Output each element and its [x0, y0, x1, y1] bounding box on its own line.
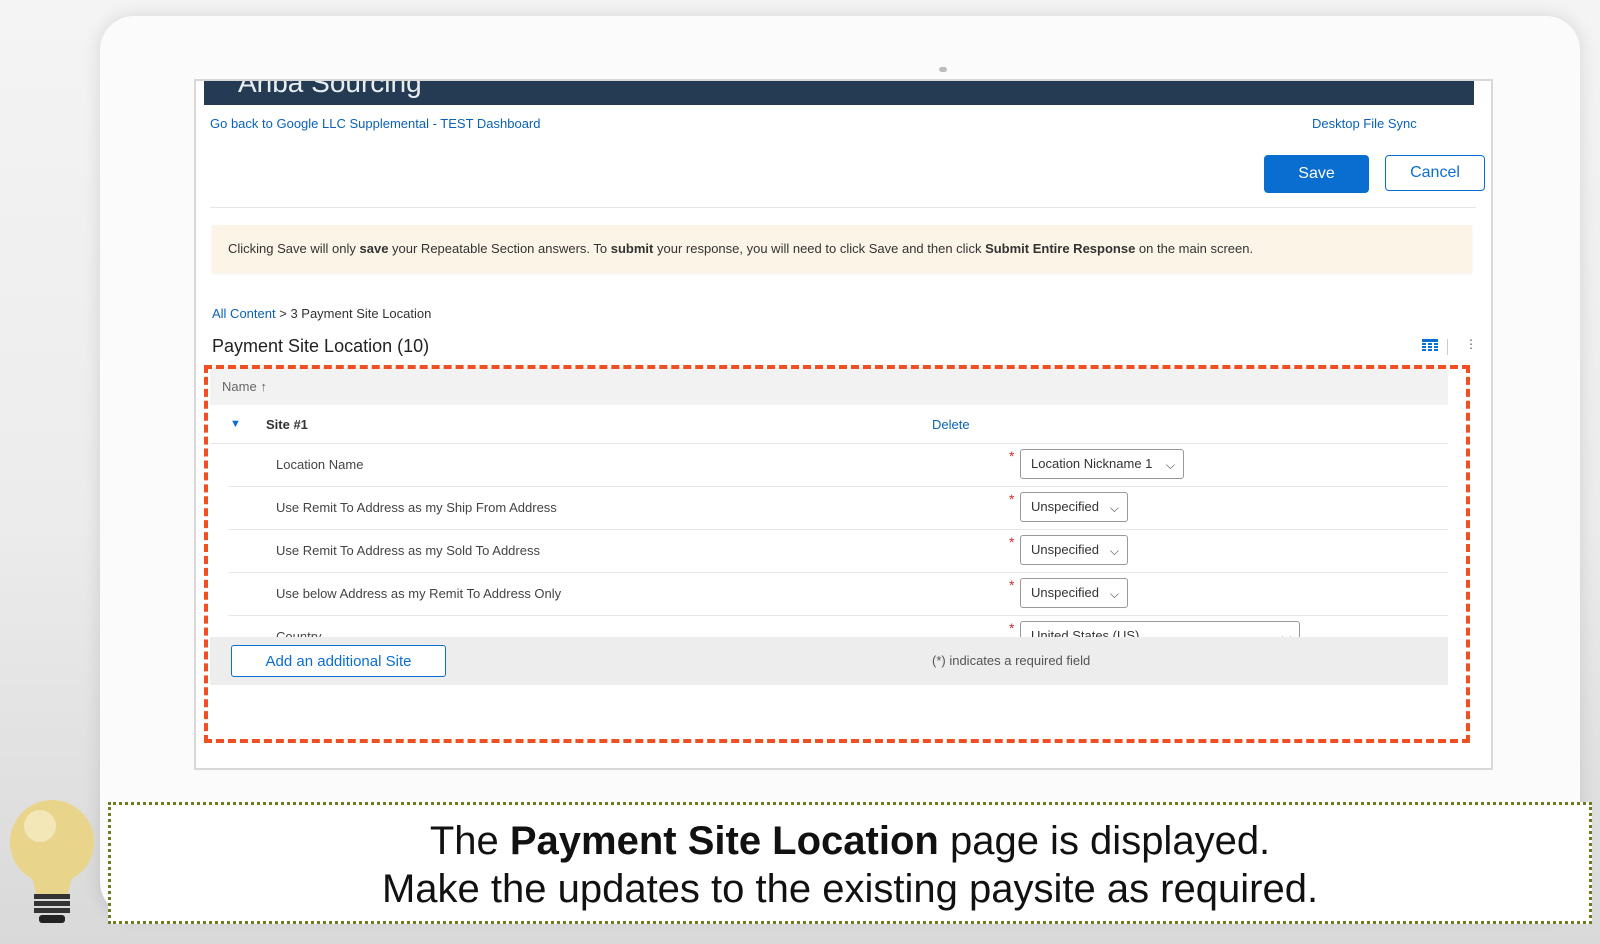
- select-value: Unspecified: [1031, 585, 1099, 600]
- remit-to-select[interactable]: Unspecified ⌵: [1020, 578, 1128, 608]
- select-value: Location Nickname 1: [1031, 456, 1153, 471]
- required-marker: *: [1009, 534, 1015, 550]
- notice-text: your Repeatable Section answers. To: [388, 241, 611, 256]
- required-field-note: (*) indicates a required field: [932, 653, 1091, 668]
- notice-bold-submit-entire: Submit Entire Response: [985, 241, 1136, 256]
- field-row-country: Country * United States (US) ⌵: [228, 616, 1448, 638]
- lightbulb-icon: [10, 800, 94, 923]
- cancel-button[interactable]: Cancel: [1385, 155, 1485, 191]
- save-button[interactable]: Save: [1264, 155, 1369, 193]
- site-label: Site #1: [266, 417, 308, 432]
- required-marker: *: [1009, 448, 1015, 464]
- breadcrumb-separator: >: [279, 306, 287, 321]
- chevron-down-icon: ⌵: [1281, 630, 1291, 638]
- breadcrumb-all-content-link[interactable]: All Content: [212, 306, 276, 321]
- table-footer: Add an additional Site (*) indicates a r…: [210, 637, 1448, 685]
- collapse-triangle-icon[interactable]: ▼: [230, 418, 241, 430]
- field-label: Use Remit To Address as my Ship From Add…: [276, 500, 557, 515]
- notice-bold-submit: submit: [610, 241, 654, 256]
- required-marker: *: [1009, 577, 1015, 593]
- field-row-ship-from: Use Remit To Address as my Ship From Add…: [228, 487, 1448, 530]
- app-header: Ariba Sourcing: [204, 81, 1474, 105]
- chevron-down-icon: ⌵: [1109, 501, 1119, 515]
- back-to-dashboard-link[interactable]: Go back to Google LLC Supplemental - TES…: [210, 116, 540, 131]
- page-title: Payment Site Location (10): [212, 336, 430, 356]
- caption-line-1: The Payment Site Location page is displa…: [111, 819, 1589, 864]
- toolbar-separator: [1447, 339, 1448, 355]
- divider: [210, 207, 1476, 208]
- country-select[interactable]: United States (US) ⌵: [1020, 621, 1300, 638]
- add-additional-site-button[interactable]: Add an additional Site: [231, 645, 446, 677]
- caption-line-2: Make the updates to the existing paysite…: [381, 867, 1319, 911]
- ship-from-select[interactable]: Unspecified ⌵: [1020, 492, 1128, 522]
- caption-bold-page-name: Payment Site Location: [509, 819, 939, 863]
- more-options-icon[interactable]: ⋮: [1465, 337, 1477, 351]
- payment-site-table: Name ↑ ▼ Site #1 Delete Location Name * …: [210, 367, 1448, 729]
- sort-ascending-icon: ↑: [260, 379, 267, 394]
- notice-bold-save: save: [359, 241, 389, 256]
- caption-text: The: [429, 819, 510, 863]
- field-row-location-name: Location Name * Location Nickname 1 ⌵: [228, 444, 1448, 487]
- chevron-down-icon: ⌵: [1109, 587, 1119, 601]
- select-value: Unspecified: [1031, 499, 1099, 514]
- save-notice-banner: Clicking Save will only save your Repeat…: [212, 225, 1472, 273]
- app-screen: Ariba Sourcing Go back to Google LLC Sup…: [194, 79, 1493, 770]
- chevron-down-icon: ⌵: [1165, 458, 1175, 472]
- field-label: Use Remit To Address as my Sold To Addre…: [276, 543, 540, 558]
- location-name-select[interactable]: Location Nickname 1 ⌵: [1020, 449, 1184, 479]
- chevron-down-icon: ⌵: [1109, 544, 1119, 558]
- delete-site-link[interactable]: Delete: [932, 417, 970, 432]
- app-title: Ariba Sourcing: [238, 81, 422, 98]
- breadcrumb-current: 3 Payment Site Location: [290, 306, 432, 321]
- field-row-sold-to: Use Remit To Address as my Sold To Addre…: [228, 530, 1448, 573]
- notice-text: on the main screen.: [1135, 241, 1254, 256]
- table-view-icon[interactable]: [1422, 339, 1438, 353]
- column-header-label: Name: [222, 379, 257, 394]
- breadcrumb: All Content > 3 Payment Site Location: [212, 306, 431, 321]
- required-marker: *: [1009, 620, 1015, 636]
- field-row-remit-to: Use below Address as my Remit To Address…: [228, 573, 1448, 616]
- column-header-name[interactable]: Name ↑: [222, 379, 267, 394]
- sold-to-select[interactable]: Unspecified ⌵: [1020, 535, 1128, 565]
- caption-box: The Payment Site Location page is displa…: [108, 802, 1592, 924]
- notice-text: your response, you will need to click Sa…: [653, 241, 986, 256]
- field-label: Use below Address as my Remit To Address…: [276, 586, 562, 601]
- desktop-file-sync-link[interactable]: Desktop File Sync: [1312, 116, 1417, 131]
- site-row: ▼ Site #1 Delete: [210, 405, 1448, 444]
- caption-text: page is displayed.: [938, 819, 1271, 863]
- notice-text: Clicking Save will only: [228, 241, 360, 256]
- field-label: Location Name: [276, 457, 364, 472]
- table-header: Name ↑: [210, 367, 1448, 405]
- select-value: Unspecified: [1031, 542, 1099, 557]
- camera-dot: [939, 67, 947, 72]
- required-marker: *: [1009, 491, 1015, 507]
